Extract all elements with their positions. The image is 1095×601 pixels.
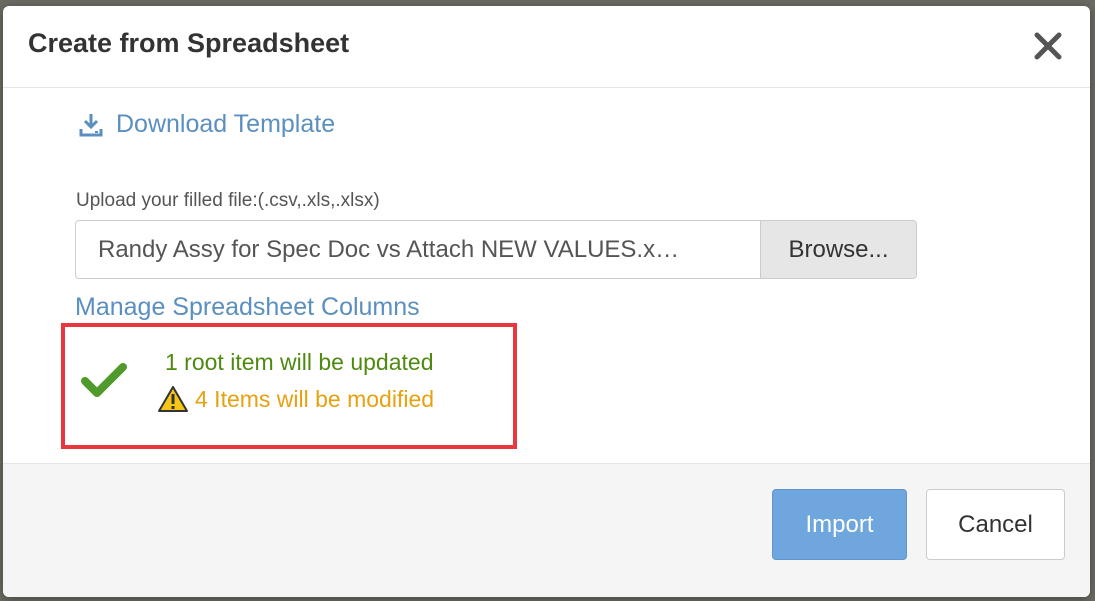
- status-warning-text: 4 Items will be modified: [195, 385, 435, 412]
- close-button[interactable]: [1028, 24, 1068, 68]
- dialog-header: Create from Spreadsheet: [3, 6, 1090, 88]
- dialog-title: Create from Spreadsheet: [28, 28, 350, 58]
- selected-file-name[interactable]: Randy Assy for Spec Doc vs Attach NEW VA…: [76, 221, 760, 278]
- import-status-box: 1 root item will be updated 4 Items will…: [61, 323, 517, 449]
- download-template-label: Download Template: [116, 110, 336, 138]
- file-upload-input[interactable]: Randy Assy for Spec Doc vs Attach NEW VA…: [75, 220, 917, 279]
- download-icon: [79, 113, 103, 136]
- upload-label: Upload your filled file:(.csv,.xls,.xlsx…: [76, 190, 380, 211]
- status-warning: 4 Items will be modified: [157, 385, 434, 413]
- warning-icon: [158, 386, 188, 412]
- dialog-footer: Import Cancel: [3, 463, 1090, 597]
- close-icon: [1034, 32, 1062, 60]
- browse-button[interactable]: Browse...: [760, 221, 916, 278]
- dialog-body: Download Template Upload your filled fil…: [3, 88, 1090, 464]
- status-success-text: 1 root item will be updated: [165, 349, 434, 375]
- download-template-link[interactable]: Download Template: [78, 110, 335, 139]
- checkmark-icon: [81, 363, 127, 397]
- cancel-button[interactable]: Cancel: [926, 489, 1065, 560]
- manage-spreadsheet-columns-link[interactable]: Manage Spreadsheet Columns: [75, 293, 420, 322]
- create-from-spreadsheet-dialog: Create from Spreadsheet Download Templat…: [3, 6, 1090, 597]
- import-button[interactable]: Import: [772, 489, 907, 560]
